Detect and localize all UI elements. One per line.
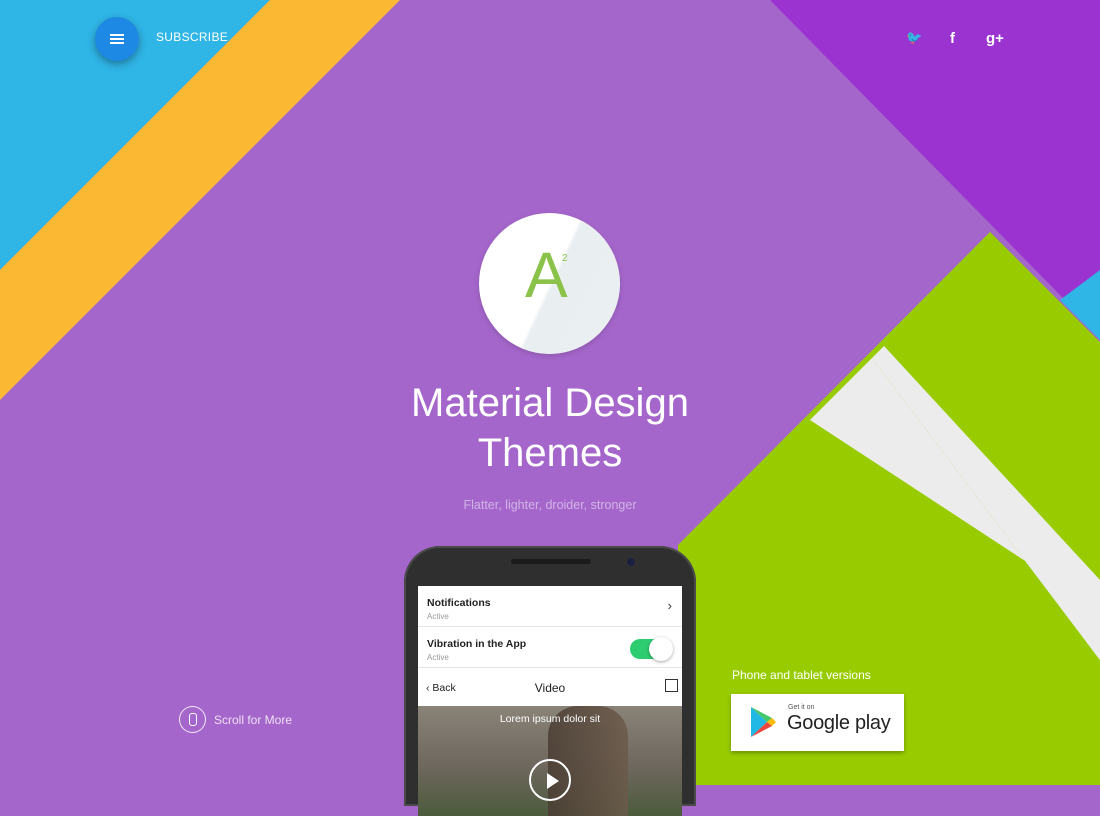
phone-speaker: [511, 559, 591, 564]
menu-button[interactable]: [95, 17, 139, 61]
logo-superscript: 2: [562, 253, 568, 264]
google-plus-icon[interactable]: g+: [986, 30, 1004, 47]
logo: A 2: [479, 213, 620, 354]
tagline: Flatter, lighter, droider, stronger: [463, 498, 637, 512]
get-it-on-text: Get it on: [788, 704, 815, 711]
versions-label: Phone and tablet versions: [732, 668, 871, 682]
hamburger-icon: [110, 34, 124, 44]
phone-camera: [626, 557, 636, 567]
scroll-label: Scroll for More: [214, 712, 293, 727]
edit-icon[interactable]: [665, 679, 678, 692]
store-name: Google play: [787, 712, 891, 734]
subscribe-link[interactable]: SUBSCRIBE: [156, 30, 228, 44]
settings-row-vibration: Vibration in the App Active: [418, 627, 682, 668]
phone-navbar: ‹ Back Video: [418, 669, 682, 706]
vibration-toggle[interactable]: [630, 637, 673, 661]
navbar-title: Video: [534, 681, 566, 695]
title-line-2: Themes: [477, 431, 623, 475]
video-player: Lorem ipsum dolor sit: [418, 706, 682, 816]
mouse-icon: [179, 706, 206, 733]
facebook-icon[interactable]: f: [950, 30, 955, 47]
row-title: Vibration in the App: [427, 638, 527, 650]
play-button[interactable]: [529, 759, 571, 801]
settings-row-notifications[interactable]: Notifications Active ›: [418, 586, 682, 627]
row-status: Active: [427, 653, 449, 662]
title-line-1: Material Design: [411, 381, 689, 425]
phone-mockup: Notifications Active › Vibration in the …: [404, 546, 696, 816]
chevron-right-icon[interactable]: ›: [668, 598, 672, 613]
scroll-for-more[interactable]: Scroll for More: [179, 706, 292, 733]
play-icon: [547, 773, 559, 789]
phone-screen: Notifications Active › Vibration in the …: [418, 586, 682, 816]
page-title: Material Design Themes: [350, 378, 750, 478]
google-play-badge[interactable]: Get it on Google play: [731, 694, 904, 751]
twitter-icon[interactable]: 🐦: [906, 30, 922, 46]
video-caption: Lorem ipsum dolor sit: [499, 713, 601, 725]
row-title: Notifications: [427, 597, 491, 609]
google-play-icon: [751, 707, 776, 737]
row-status: Active: [427, 612, 449, 621]
